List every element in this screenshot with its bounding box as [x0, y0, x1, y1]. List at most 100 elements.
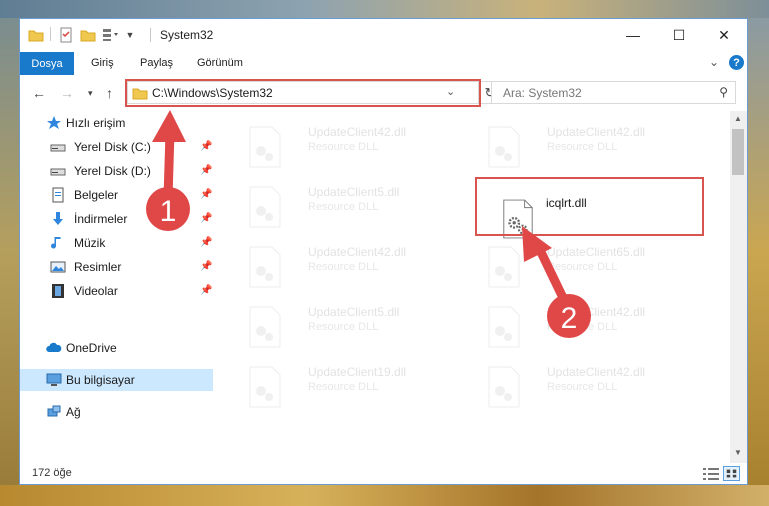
scroll-up-icon[interactable]: ▲	[734, 114, 742, 123]
status-bar: 172 öğe	[20, 463, 747, 484]
forward-button[interactable]: →	[60, 85, 74, 101]
properties-icon[interactable]	[58, 27, 74, 43]
tab-file[interactable]: Dosya	[20, 52, 74, 75]
file-item[interactable]: UpdateClient5.dll Resource DLL	[240, 177, 475, 233]
nav-quick-access[interactable]: Hızlı erişim	[20, 112, 213, 134]
dll-file-icon	[249, 366, 281, 408]
file-name: UpdateClient42.dll	[308, 245, 407, 259]
sidebar-item-documents[interactable]: Belgeler 📌	[20, 184, 213, 206]
file-name: UpdateClient42.dll	[308, 125, 407, 139]
up-button[interactable]: ↑	[106, 85, 113, 101]
vertical-scrollbar[interactable]: ▲ ▼	[730, 111, 747, 463]
sidebar-item-label: Videolar	[74, 284, 118, 298]
quick-access-dropdown-icon[interactable]: ▼	[124, 27, 136, 43]
file-name: UpdateClient42.dll	[547, 305, 646, 319]
search-input[interactable]: Ara: System32 ⚲	[491, 81, 736, 104]
file-item[interactable]: UpdateClient42.dll Resource DLL	[479, 297, 714, 353]
sidebar-item-label: OneDrive	[66, 341, 117, 355]
title-divider	[150, 28, 151, 42]
sidebar-item-downloads[interactable]: İndirmeler 📌	[20, 208, 213, 230]
file-type: Resource DLL	[547, 381, 618, 393]
pictures-icon	[50, 261, 66, 273]
file-type: Resource DLL	[308, 141, 379, 153]
sidebar-item-this-pc[interactable]: Bu bilgisayar	[20, 369, 213, 391]
file-type: Resource DLL	[308, 321, 379, 333]
star-icon	[47, 116, 61, 129]
back-button[interactable]: ←	[32, 85, 46, 101]
pin-icon[interactable]: 📌	[200, 165, 212, 176]
new-folder-icon[interactable]	[80, 27, 96, 43]
file-name: UpdateClient5.dll	[308, 185, 400, 199]
computer-icon	[46, 373, 62, 386]
videos-icon	[52, 284, 64, 298]
ribbon-tabs: Dosya Giriş Paylaş Görünüm ⌄ ?	[20, 51, 747, 75]
pin-icon[interactable]: 📌	[200, 213, 212, 224]
help-icon[interactable]: ?	[729, 55, 744, 70]
scroll-down-icon[interactable]: ▼	[734, 448, 742, 457]
sidebar-item-local-disk-d[interactable]: Yerel Disk (D:) 📌	[20, 160, 213, 182]
dll-file-icon	[249, 186, 281, 228]
search-icon: ⚲	[719, 85, 728, 99]
close-button[interactable]: ✕	[701, 19, 747, 51]
file-item[interactable]: UpdateClient42.dll Resource DLL	[479, 357, 714, 413]
scrollbar-thumb[interactable]	[732, 129, 744, 175]
desktop-background-left	[0, 18, 19, 485]
file-item[interactable]: UpdateClient42.dll Resource DLL	[240, 117, 475, 173]
file-type: Resource DLL	[308, 381, 379, 393]
dll-file-icon	[488, 366, 520, 408]
sidebar-item-videos[interactable]: Videolar 📌	[20, 280, 213, 302]
network-icon	[47, 405, 61, 417]
file-item[interactable]: UpdateClient42.dll Resource DLL	[240, 237, 475, 293]
sidebar-item-music[interactable]: Müzik 📌	[20, 232, 213, 254]
minimize-button[interactable]: —	[610, 19, 656, 51]
dll-file-icon	[488, 126, 520, 168]
toolbar-divider	[50, 27, 51, 41]
file-type: Resource DLL	[308, 201, 379, 213]
dll-file-icon	[249, 246, 281, 288]
sidebar-item-network[interactable]: Ağ	[20, 401, 213, 423]
file-type: Resource DLL	[547, 261, 618, 273]
desktop-background-bottom	[0, 485, 769, 506]
title-bar: ▼ System32 — ☐ ✕	[20, 19, 747, 51]
file-item[interactable]: UpdateClient5.dll Resource DLL	[240, 297, 475, 353]
expand-ribbon-icon[interactable]: ⌄	[709, 55, 719, 69]
sidebar-item-pictures[interactable]: Resimler 📌	[20, 256, 213, 278]
folder-icon	[28, 27, 44, 43]
sidebar-item-label: Müzik	[74, 236, 106, 250]
documents-icon	[52, 187, 64, 203]
recent-locations-icon[interactable]: ▾	[88, 88, 93, 99]
desktop-background-right	[748, 18, 769, 485]
tab-view[interactable]: Görünüm	[197, 57, 243, 69]
sidebar-item-label: Bu bilgisayar	[66, 373, 135, 387]
file-type: Resource DLL	[547, 141, 618, 153]
sidebar-item-local-disk-c[interactable]: Yerel Disk (C:) 📌	[20, 136, 213, 158]
dll-file-icon	[249, 306, 281, 348]
file-item[interactable]: UpdateClient65.dll Resource DLL	[479, 237, 714, 293]
desktop-background-top	[0, 0, 769, 18]
file-item[interactable]: UpdateClient42.dll Resource DLL	[479, 117, 714, 173]
dll-file-icon	[249, 126, 281, 168]
pin-icon[interactable]: 📌	[200, 141, 212, 152]
details-view-icon[interactable]	[703, 467, 719, 481]
music-icon	[51, 237, 61, 249]
file-highlight	[475, 177, 704, 236]
pin-icon[interactable]: 📌	[200, 237, 212, 248]
file-type: Resource DLL	[308, 261, 379, 273]
tab-share[interactable]: Paylaş	[140, 57, 173, 69]
search-placeholder: Ara: System32	[503, 86, 582, 100]
maximize-button[interactable]: ☐	[656, 19, 702, 51]
item-count: 172 öğe	[32, 467, 72, 479]
sidebar-item-label: İndirmeler	[74, 212, 128, 226]
customize-toolbar-icon[interactable]	[102, 27, 120, 43]
pin-icon[interactable]: 📌	[200, 189, 212, 200]
pin-icon[interactable]: 📌	[200, 285, 212, 296]
drive-icon	[50, 168, 66, 176]
sidebar-item-label: Yerel Disk (C:)	[74, 140, 151, 154]
tab-home[interactable]: Giriş	[91, 57, 114, 69]
sidebar-item-onedrive[interactable]: OneDrive	[20, 337, 213, 359]
large-icons-view-icon[interactable]	[723, 466, 740, 481]
file-item[interactable]: UpdateClient19.dll Resource DLL	[240, 357, 475, 413]
navigation-pane: Hızlı erişim Yerel Disk (C:) 📌 Yerel Dis…	[20, 111, 215, 456]
address-bar-highlight	[125, 79, 481, 107]
pin-icon[interactable]: 📌	[200, 261, 212, 272]
